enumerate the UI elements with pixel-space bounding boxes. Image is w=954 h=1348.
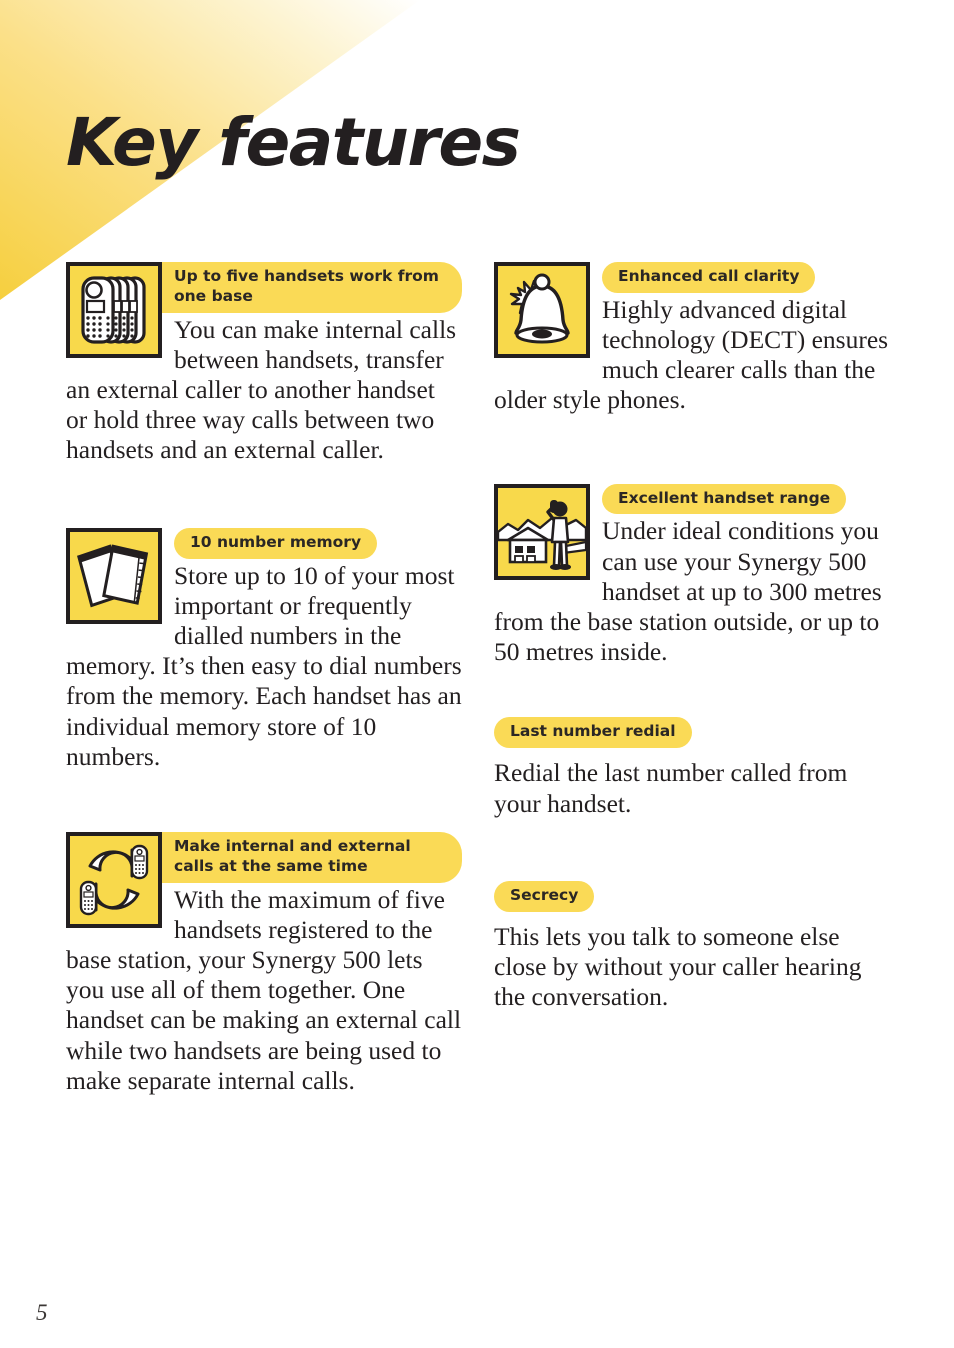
feature-last-number-redial: Last number redial Redial the last numbe… [494,717,890,818]
feature-10-number-memory: 10 number memory Store up to 10 of your … [66,527,462,772]
feature-simultaneous-calls: Make internal and external calls at the … [66,831,462,1096]
feature-body: Redial the last number called from your … [494,758,848,818]
page-title: Key features [66,104,521,182]
person-outdoors-house-icon [494,483,590,580]
feature-label: Excellent handset range [602,483,847,515]
page-number: 5 [36,1300,48,1325]
stacked-handsets-icon [66,262,162,358]
circular-arrows-handsets-icon [66,831,162,928]
notepads-icon [66,527,162,624]
feature-label: 10 number memory [174,527,378,559]
feature-label: Enhanced call clarity [602,262,816,293]
feature-up-to-five-handsets: Up to five handsets work from one base Y… [66,262,462,466]
feature-excellent-handset-range: Excellent handset range Under ideal cond… [494,483,890,668]
feature-label: Last number redial [494,717,692,749]
feature-enhanced-call-clarity: Enhanced call clarity Highly advanced di… [494,262,890,416]
left-column: Up to five handsets work from one base Y… [66,262,462,1096]
feature-secrecy: Secrecy This lets you talk to someone el… [494,880,890,1012]
ringing-bell-icon [494,262,590,358]
right-column: Enhanced call clarity Highly advanced di… [494,262,890,1012]
feature-body: This lets you talk to someone else close… [494,921,862,1011]
feature-label: Secrecy [494,880,595,912]
